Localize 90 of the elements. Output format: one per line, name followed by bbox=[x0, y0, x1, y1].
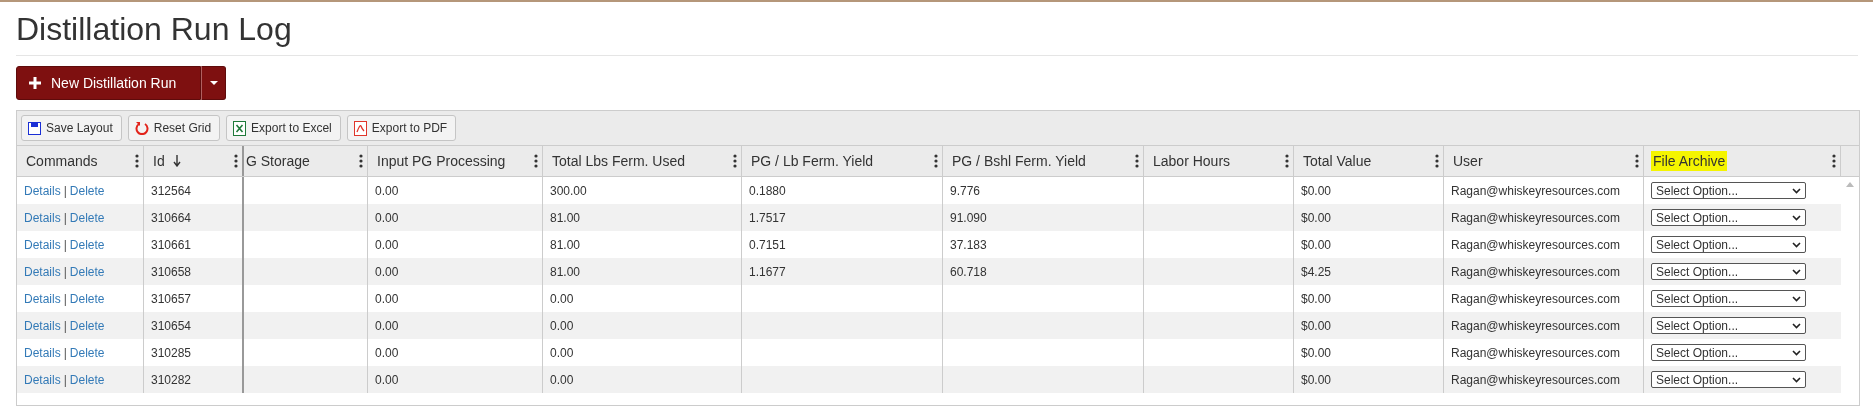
file-archive-select[interactable]: Select Option... bbox=[1651, 317, 1806, 334]
table-cell: 0.00 bbox=[543, 366, 742, 393]
column-header[interactable]: PG / Lb Ferm. Yield bbox=[742, 146, 943, 176]
toolbar-button[interactable]: Export to Excel bbox=[226, 115, 341, 141]
column-menu-icon[interactable] bbox=[1832, 154, 1836, 168]
column-menu-icon[interactable] bbox=[1435, 154, 1439, 168]
link-separator: | bbox=[63, 237, 67, 252]
chevron-down-icon bbox=[1792, 295, 1801, 302]
details-link[interactable]: Details bbox=[24, 372, 61, 387]
column-title: File Archive bbox=[1651, 151, 1728, 171]
column-header[interactable]: Total Lbs Ferm. Used bbox=[543, 146, 742, 176]
details-link[interactable]: Details bbox=[24, 291, 61, 306]
column-title: PG / Lb Ferm. Yield bbox=[750, 152, 875, 171]
chevron-down-icon bbox=[1792, 268, 1801, 275]
file-archive-select[interactable]: Select Option... bbox=[1651, 236, 1806, 253]
chevron-down-icon bbox=[1792, 241, 1801, 248]
column-title: Total Lbs Ferm. Used bbox=[551, 152, 687, 171]
dropdown-toggle-button[interactable] bbox=[201, 66, 227, 100]
chevron-down-icon bbox=[1792, 376, 1801, 383]
sort-descending-icon bbox=[172, 155, 181, 167]
table-cell: 0.00 bbox=[368, 366, 543, 393]
delete-link[interactable]: Delete bbox=[69, 237, 105, 252]
column-title: Total Value bbox=[1302, 152, 1373, 171]
column-menu-icon[interactable] bbox=[733, 154, 737, 168]
toolbar-button[interactable]: Save Layout bbox=[21, 115, 122, 141]
pdf-file-icon bbox=[353, 120, 367, 136]
table-cell: $0.00 bbox=[1294, 366, 1444, 393]
column-header[interactable]: User bbox=[1444, 146, 1644, 176]
table-cell: 310282 bbox=[144, 366, 244, 393]
file-archive-select[interactable]: Select Option... bbox=[1651, 182, 1806, 199]
toolbar-button[interactable]: Reset Grid bbox=[127, 115, 221, 141]
column-menu-icon[interactable] bbox=[1635, 154, 1639, 168]
delete-link[interactable]: Delete bbox=[69, 183, 105, 198]
new-distillation-run-button[interactable]: New Distillation Run bbox=[16, 66, 202, 100]
column-header[interactable]: Total Value bbox=[1294, 146, 1444, 176]
toolbar-button[interactable]: Export to PDF bbox=[346, 115, 457, 141]
column-menu-icon[interactable] bbox=[534, 154, 538, 168]
link-separator: | bbox=[63, 291, 67, 306]
column-title: User bbox=[1452, 152, 1484, 171]
chevron-down-icon bbox=[1792, 214, 1801, 221]
delete-link[interactable]: Delete bbox=[69, 345, 105, 360]
caret-icon bbox=[209, 81, 218, 85]
link-separator: | bbox=[63, 210, 67, 225]
details-link[interactable]: Details bbox=[24, 183, 61, 198]
link-separator: | bbox=[63, 318, 67, 333]
link-separator: | bbox=[63, 264, 67, 279]
page-title: Distillation Run Log bbox=[16, 2, 1858, 56]
file-archive-select[interactable]: Select Option... bbox=[1651, 209, 1806, 226]
column-menu-icon[interactable] bbox=[1135, 154, 1139, 168]
column-title: Id bbox=[151, 151, 183, 171]
refresh-icon bbox=[134, 121, 149, 135]
column-menu-icon[interactable] bbox=[1285, 154, 1289, 168]
column-menu-icon[interactable] bbox=[934, 154, 938, 168]
column-title: Commands bbox=[25, 152, 99, 171]
chevron-down-icon bbox=[1792, 187, 1801, 194]
delete-link[interactable]: Delete bbox=[69, 372, 105, 387]
delete-link[interactable]: Delete bbox=[69, 210, 105, 225]
file-archive-select[interactable]: Select Option... bbox=[1651, 371, 1806, 388]
column-header[interactable]: File Archive bbox=[1644, 146, 1841, 176]
details-link[interactable]: Details bbox=[24, 318, 61, 333]
plus-icon bbox=[29, 77, 41, 89]
table-cell: Ragan@whiskeyresources.com bbox=[1444, 366, 1644, 393]
link-separator: | bbox=[63, 183, 67, 198]
chevron-down-icon bbox=[1792, 349, 1801, 356]
delete-link[interactable]: Delete bbox=[69, 291, 105, 306]
chevron-down-icon bbox=[1792, 322, 1801, 329]
column-title: Input PG Processing bbox=[376, 152, 507, 171]
file-archive-select[interactable]: Select Option... bbox=[1651, 263, 1806, 280]
column-header[interactable]: Input PG Processing bbox=[368, 146, 543, 176]
link-separator: | bbox=[63, 345, 67, 360]
file-archive-select[interactable]: Select Option... bbox=[1651, 344, 1806, 361]
delete-link[interactable]: Delete bbox=[69, 264, 105, 279]
details-link[interactable]: Details bbox=[24, 264, 61, 279]
column-title: PG / Bshl Ferm. Yield bbox=[951, 152, 1087, 171]
delete-link[interactable]: Delete bbox=[69, 318, 105, 333]
column-header[interactable]: PG / Bshl Ferm. Yield bbox=[943, 146, 1144, 176]
details-link[interactable]: Details bbox=[24, 210, 61, 225]
column-header[interactable]: G Storage bbox=[244, 146, 368, 176]
details-link[interactable]: Details bbox=[24, 237, 61, 252]
column-title: G Storage bbox=[245, 152, 311, 171]
column-menu-icon[interactable] bbox=[135, 154, 139, 168]
details-link[interactable]: Details bbox=[24, 345, 61, 360]
column-menu-icon[interactable] bbox=[234, 154, 238, 168]
column-menu-icon[interactable] bbox=[359, 154, 363, 168]
column-header[interactable]: Commands bbox=[17, 146, 144, 176]
link-separator: | bbox=[63, 372, 67, 387]
column-title: Labor Hours bbox=[1152, 152, 1232, 171]
spreadsheet-file-icon bbox=[233, 120, 247, 136]
file-archive-select[interactable]: Select Option... bbox=[1651, 290, 1806, 307]
column-header[interactable]: Labor Hours bbox=[1144, 146, 1294, 176]
